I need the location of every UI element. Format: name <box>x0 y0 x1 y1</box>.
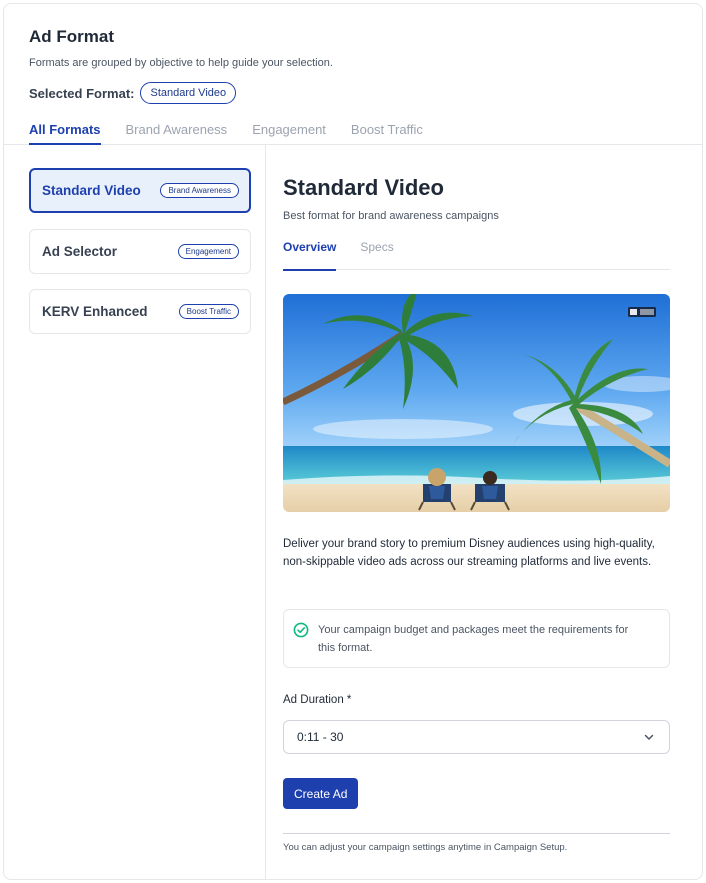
check-circle-icon <box>293 622 309 638</box>
objective-tabs: All Formats Brand Awareness Engagement B… <box>29 122 448 145</box>
selected-format-pill: Standard Video <box>140 82 237 104</box>
page-subtitle: Formats are grouped by objective to help… <box>29 57 333 69</box>
format-item-badge: Brand Awareness <box>160 183 239 198</box>
detail-tabs: Overview Specs <box>283 240 670 271</box>
footer-divider <box>283 833 670 834</box>
tab-brand-awareness[interactable]: Brand Awareness <box>126 122 228 145</box>
beach-scene-illustration <box>283 294 670 512</box>
selected-format-label: Selected Format: <box>29 85 135 101</box>
format-item-name: KERV Enhanced <box>42 304 148 319</box>
requirements-notice-text: Your campaign budget and packages meet t… <box>318 624 629 654</box>
format-description: Deliver your brand story to premium Disn… <box>283 538 655 568</box>
ad-badge-icon <box>628 307 656 317</box>
create-ad-button[interactable]: Create Ad <box>283 778 359 809</box>
ad-format-card: Ad Format Formats are grouped by objecti… <box>3 3 703 880</box>
format-item-kerv-enhanced[interactable]: KERV Enhanced Boost Traffic <box>29 289 251 334</box>
format-list: Standard Video Brand Awareness Ad Select… <box>4 145 266 879</box>
detail-title: Standard Video <box>283 175 444 200</box>
selected-format-row: Selected Format: Standard Video <box>29 82 237 104</box>
tab-all-formats[interactable]: All Formats <box>29 122 101 145</box>
ad-duration-value: 0:11 - 30 <box>297 730 344 744</box>
chevron-down-icon <box>644 734 654 740</box>
tab-engagement[interactable]: Engagement <box>252 122 326 145</box>
ad-format-header: Ad Format Formats are grouped by objecti… <box>4 4 702 145</box>
format-item-name: Standard Video <box>42 183 141 198</box>
ad-duration-select[interactable]: 0:11 - 30 <box>283 720 670 754</box>
detail-subtitle: Best format for brand awareness campaign… <box>283 210 499 222</box>
page-title: Ad Format <box>29 27 114 46</box>
footnote-text: You can adjust your campaign settings an… <box>283 842 568 853</box>
format-item-standard-video[interactable]: Standard Video Brand Awareness <box>29 168 251 213</box>
format-preview-image <box>283 294 670 512</box>
tab-overview[interactable]: Overview <box>283 240 337 271</box>
format-item-badge: Engagement <box>177 244 239 259</box>
format-item-ad-selector[interactable]: Ad Selector Engagement <box>29 229 251 274</box>
format-item-name: Ad Selector <box>42 244 118 259</box>
tab-specs[interactable]: Specs <box>360 240 393 270</box>
ad-duration-label: Ad Duration * <box>283 694 352 706</box>
tab-boost-traffic[interactable]: Boost Traffic <box>351 122 423 145</box>
requirements-notice: Your campaign budget and packages meet t… <box>283 609 670 668</box>
format-item-badge: Boost Traffic <box>178 304 239 319</box>
